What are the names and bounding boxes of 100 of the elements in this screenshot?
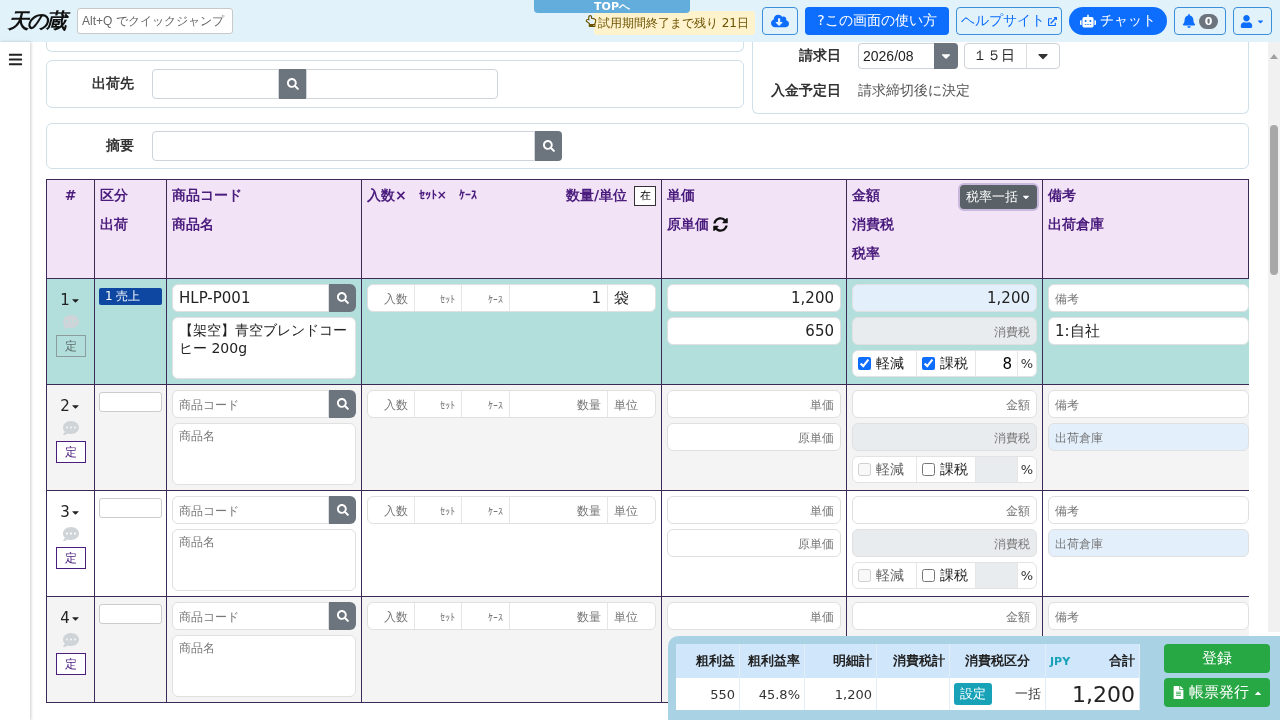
product-name-field[interactable]: 商品名 [172, 423, 356, 485]
pack-field[interactable]: ｹｰｽ [462, 603, 510, 629]
category-field[interactable] [99, 498, 162, 518]
summary-header: 明細計 [805, 644, 877, 678]
remarks-field[interactable]: 備考 [1048, 390, 1249, 418]
tax-field: 消費税 [852, 317, 1037, 345]
unit-field[interactable]: 袋 [608, 285, 655, 311]
column-header: 出荷 [100, 215, 129, 234]
month-field[interactable]: 2026/08 [858, 43, 934, 69]
search-button[interactable] [329, 602, 356, 630]
quantity-input-group[interactable]: 入数 ｾｯﾄ ｹｰｽ 数量 単位 [367, 390, 656, 418]
unit-price-field[interactable]: 単価 [667, 390, 841, 418]
pack-field[interactable]: ｾｯﾄ [415, 285, 462, 311]
column-header: 単価 [667, 186, 696, 205]
tax-rate-button[interactable]: 税率一括 [960, 185, 1037, 209]
search-button[interactable] [535, 131, 562, 161]
unit-price-field[interactable]: 単価 [667, 496, 841, 524]
download-button[interactable] [762, 7, 798, 35]
product-code-field[interactable]: 商品コード [172, 602, 329, 630]
search-button[interactable] [279, 69, 306, 99]
product-code-field[interactable]: HLP-P001 [172, 284, 329, 312]
unit-field[interactable]: 単位 [608, 603, 655, 629]
menu-icon[interactable] [7, 52, 23, 67]
checkbox[interactable] [922, 357, 935, 370]
column-header: 数量/単位 [565, 186, 627, 205]
checkbox-label: 課税 [940, 354, 968, 373]
column-header: 商品名 [172, 215, 215, 234]
pack-field[interactable]: ｾｯﾄ [415, 497, 462, 523]
pack-field[interactable]: 入数 [368, 497, 415, 523]
field-label: 摘要 [105, 137, 134, 155]
quantity-input-group[interactable]: 入数 ｾｯﾄ ｹｰｽ 数量 単位 [367, 602, 656, 630]
column-header: 税率 [852, 244, 881, 263]
logo[interactable]: 天の蔵 [8, 7, 70, 35]
pack-field[interactable]: ｹｰｽ [462, 391, 510, 417]
help-site-button[interactable]: ヘルプサイト [956, 7, 1062, 35]
quantity-field[interactable]: 数量 [510, 497, 608, 523]
product-name-field[interactable]: 商品名 [172, 635, 356, 697]
warehouse-field[interactable]: 1:自社 [1048, 317, 1249, 345]
checkbox[interactable] [922, 569, 935, 582]
summary-value: 550 [676, 678, 740, 710]
warehouse-field[interactable]: 出荷倉庫 [1048, 423, 1249, 451]
search-button[interactable] [329, 496, 356, 524]
cost-price-field[interactable]: 原単価 [667, 529, 841, 557]
amount-field[interactable]: 金額 [852, 602, 1037, 630]
quantity-field[interactable]: 数量 [510, 391, 608, 417]
amount-field[interactable]: 金額 [852, 390, 1037, 418]
checkbox-label: 軽減 [876, 354, 904, 373]
product-name-field[interactable]: 【架空】青空ブレンドコーヒー 200g [172, 317, 356, 379]
notification-button[interactable]: 0 [1174, 7, 1226, 35]
howto-button[interactable]: ?この画面の使い方 [805, 7, 949, 35]
user-menu-button[interactable] [1233, 7, 1272, 35]
fixed-button[interactable]: 定 [55, 441, 86, 463]
currency-label: JPY [1050, 654, 1071, 668]
search-icon [336, 504, 349, 516]
pack-field[interactable]: ｹｰｽ [462, 497, 510, 523]
amount-field[interactable]: 1,200 [852, 284, 1037, 312]
pack-field[interactable]: 入数 [368, 285, 415, 311]
quantity-input-group[interactable]: 入数 ｾｯﾄ ｹｰｽ 1 袋 [367, 284, 656, 312]
chat-button[interactable]: チャット [1069, 7, 1167, 35]
summary-value: 1,200 [805, 678, 877, 710]
quantity-field[interactable]: 数量 [510, 603, 608, 629]
unit-field[interactable]: 単位 [608, 391, 655, 417]
warehouse-field[interactable]: 出荷倉庫 [1048, 529, 1249, 557]
unit-price-field[interactable]: 単価 [667, 602, 841, 630]
remarks-field[interactable]: 備考 [1048, 602, 1249, 630]
cost-price-field[interactable]: 650 [667, 317, 841, 345]
refresh-icon[interactable] [713, 217, 728, 232]
product-code-field[interactable]: 商品コード [172, 390, 329, 418]
product-name-field[interactable]: 商品名 [172, 529, 356, 591]
pack-field[interactable]: 入数 [368, 391, 415, 417]
scrollbar[interactable] [1268, 42, 1280, 632]
pack-field[interactable]: ｹｰｽ [462, 285, 510, 311]
quick-jump-field[interactable]: Alt+Q でクイックジャンプ [77, 8, 233, 34]
search-button[interactable] [329, 284, 356, 312]
unit-price-field[interactable]: 1,200 [667, 284, 841, 312]
fixed-button[interactable]: 定 [55, 547, 86, 569]
checkbox[interactable] [858, 357, 871, 370]
remarks-field[interactable]: 備考 [1048, 284, 1249, 312]
fixed-button[interactable]: 定 [55, 653, 86, 675]
memo-field[interactable] [152, 131, 535, 161]
ship-to-name-field[interactable] [306, 69, 498, 99]
stock-button[interactable]: 在 [634, 185, 656, 206]
remarks-field[interactable]: 備考 [1048, 496, 1249, 524]
amount-field[interactable]: 金額 [852, 496, 1037, 524]
category-field[interactable] [99, 604, 162, 624]
search-button[interactable] [329, 390, 356, 418]
quantity-input-group[interactable]: 入数 ｾｯﾄ ｹｰｽ 数量 単位 [367, 496, 656, 524]
pack-field[interactable]: ｾｯﾄ [415, 391, 462, 417]
quantity-field[interactable]: 1 [510, 285, 608, 311]
category-field[interactable] [99, 392, 162, 412]
checkbox[interactable] [922, 463, 935, 476]
summary-header: 合計 [1109, 652, 1135, 670]
dropdown-button[interactable] [934, 43, 958, 69]
pack-field[interactable]: ｾｯﾄ [415, 603, 462, 629]
pack-field[interactable]: 入数 [368, 603, 415, 629]
ship-to-code-field[interactable] [152, 69, 279, 99]
product-code-field[interactable]: 商品コード [172, 496, 329, 524]
cost-price-field[interactable]: 原単価 [667, 423, 841, 451]
day-select[interactable]: １５日 [964, 43, 1060, 69]
unit-field[interactable]: 単位 [608, 497, 655, 523]
